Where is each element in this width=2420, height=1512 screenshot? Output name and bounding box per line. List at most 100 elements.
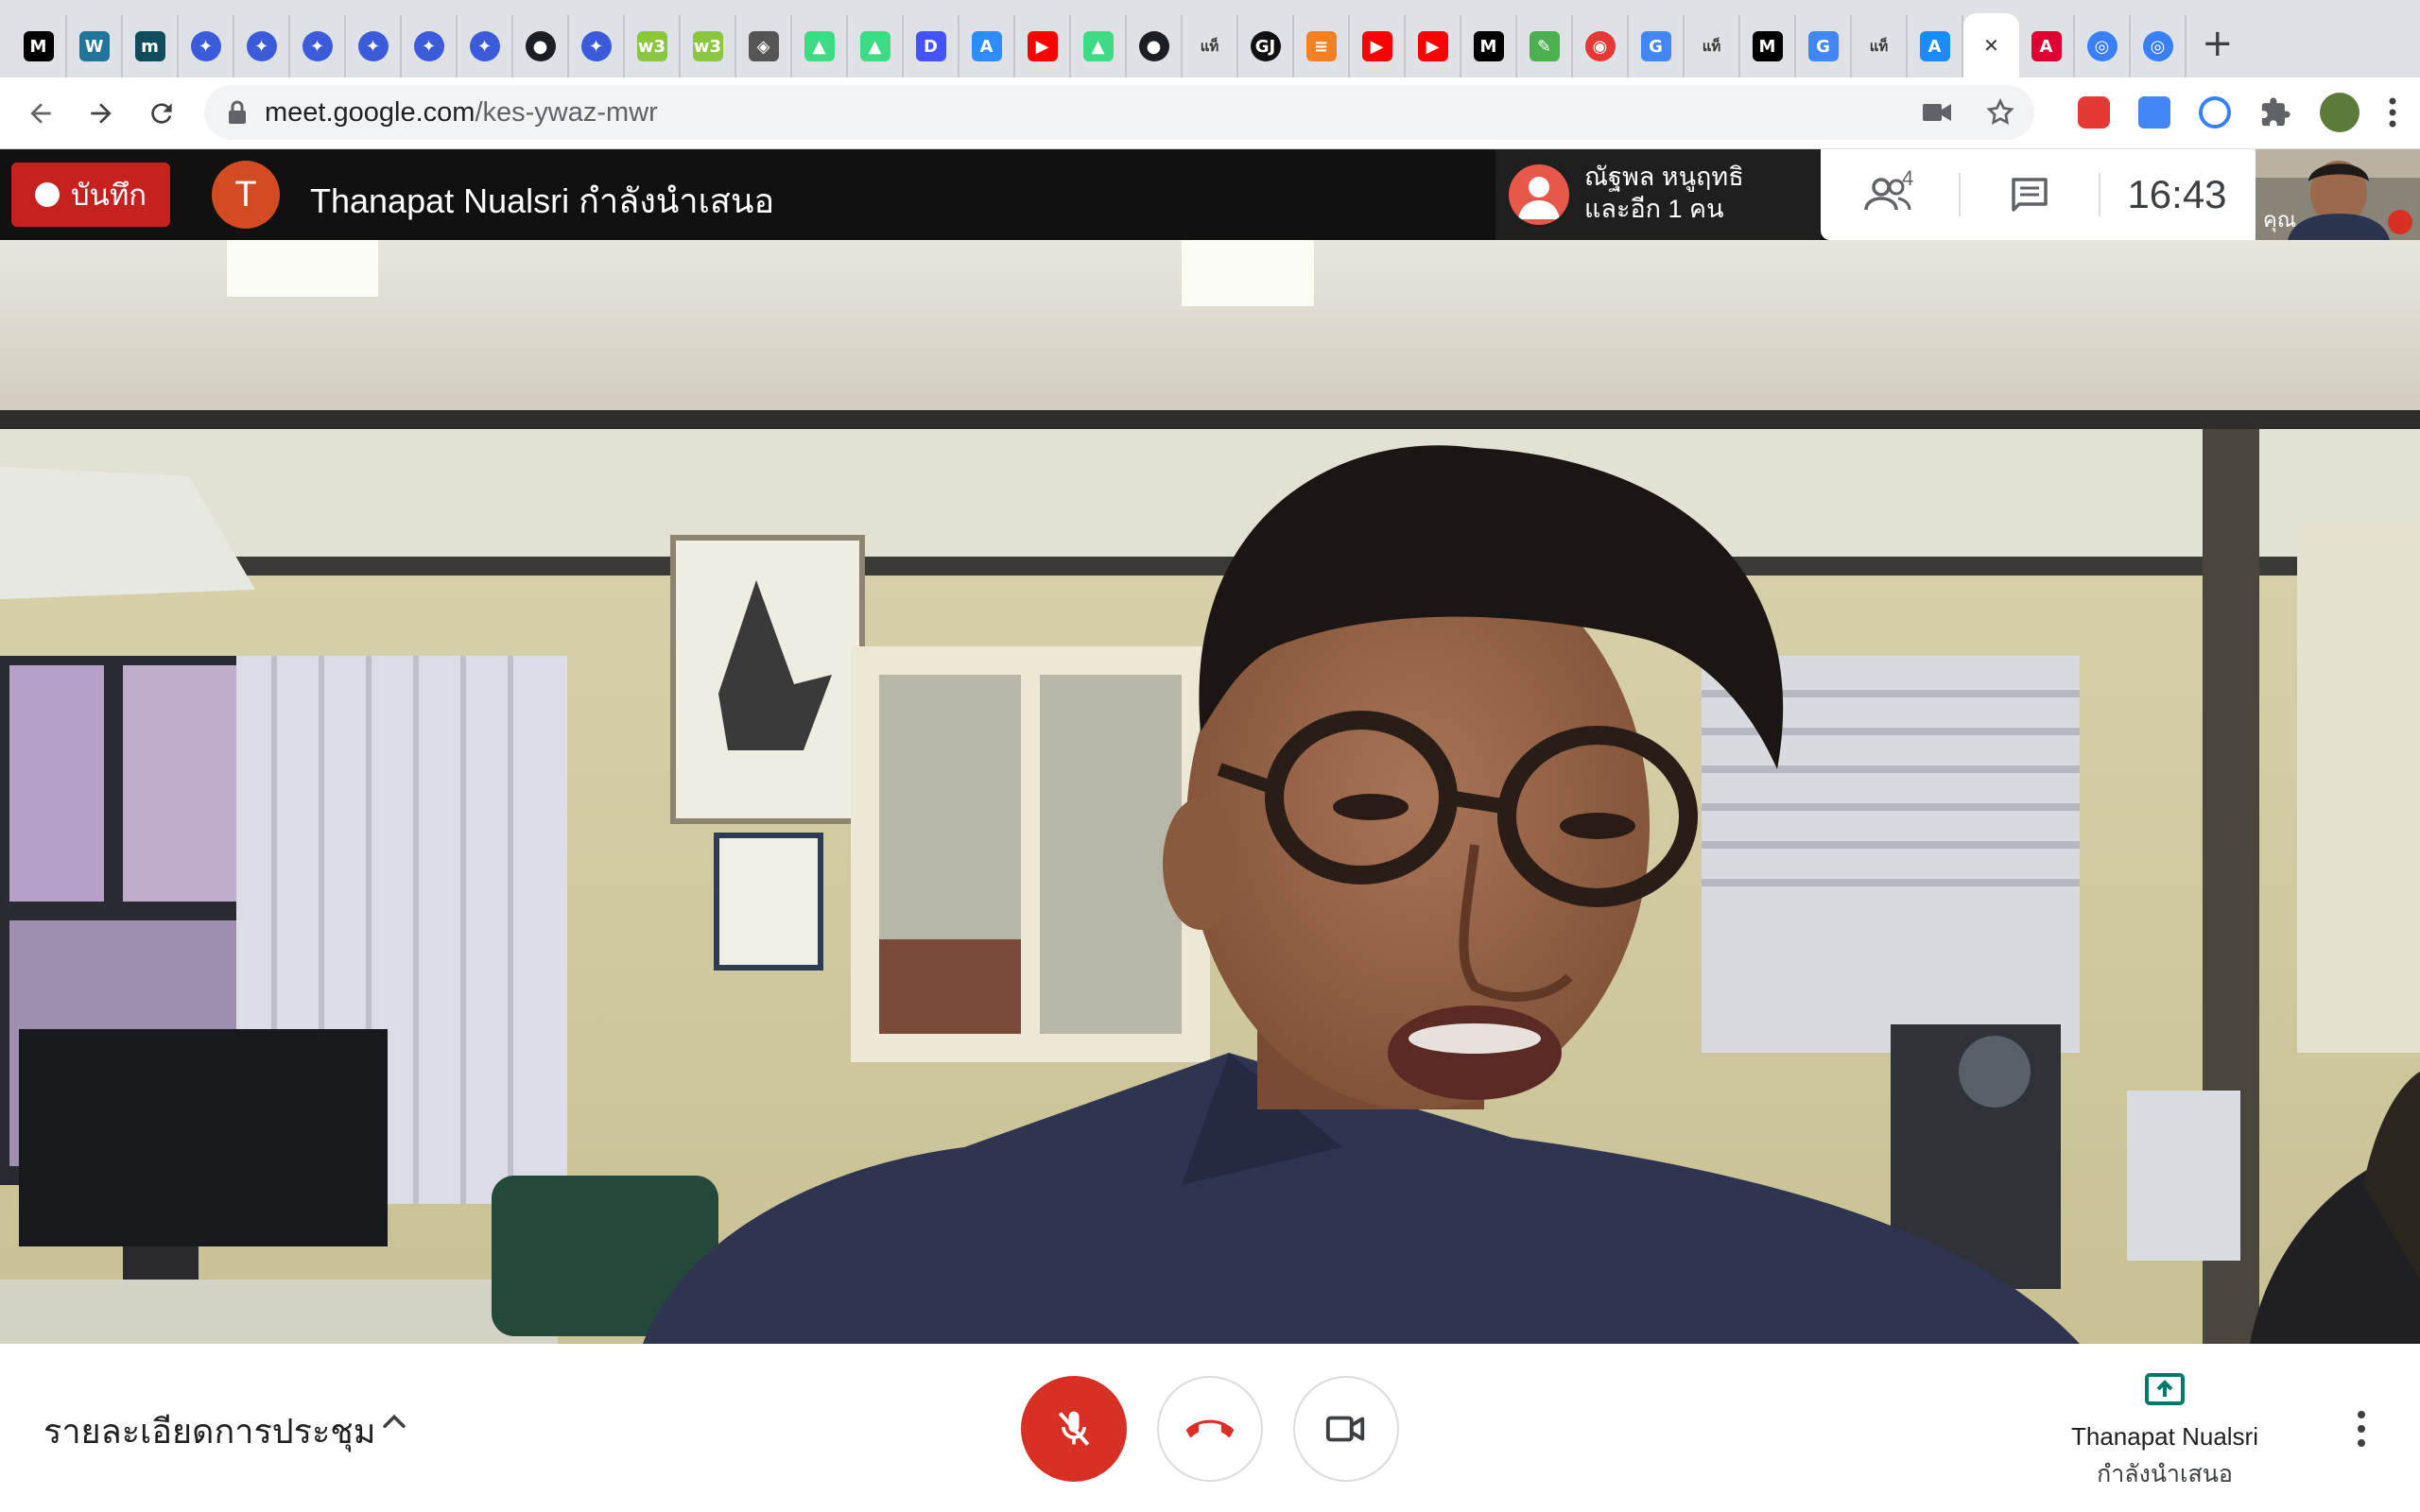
url-text: meet.google.com/kes-ywaz-mwr [265, 97, 658, 129]
browser-tab[interactable]: M [11, 15, 67, 77]
medium-icon: M [23, 31, 54, 61]
messenger-icon: ✦ [357, 31, 389, 61]
browser-tab[interactable]: แท็ [1685, 15, 1740, 77]
messenger-icon: ✦ [302, 31, 333, 61]
messenger-icon: ✦ [580, 31, 612, 61]
w3-icon: w3 [636, 31, 667, 61]
youtube-icon: ▶ [1417, 31, 1448, 61]
speaker-name-line1: ณัฐพล หนูฤทธิ [1584, 163, 1744, 191]
close-icon[interactable]: ✕ [1977, 30, 2007, 60]
browser-tab[interactable]: ✦ [179, 15, 234, 77]
bookmark-star-icon[interactable] [1985, 97, 2015, 128]
more-options-button[interactable] [2344, 1400, 2378, 1457]
browser-menu-icon[interactable] [2388, 96, 2397, 129]
app-store-icon: A [971, 31, 1002, 61]
browser-tab[interactable]: A [1908, 15, 1963, 77]
leave-call-button[interactable] [1157, 1376, 1263, 1482]
browser-tab[interactable]: ▲ [792, 15, 848, 77]
record-button[interactable]: บันทึก [11, 163, 170, 227]
record-label: บันทึก [70, 179, 147, 212]
google-icon: G [1807, 31, 1839, 61]
url-path: /kes-ywaz-mwr [475, 96, 658, 128]
browser-tab[interactable]: ✦ [290, 15, 346, 77]
wordpress-icon: W [78, 31, 110, 61]
browser-tab[interactable]: ▶ [1015, 15, 1071, 77]
chevron-up-icon[interactable] [378, 1406, 410, 1438]
browser-tab[interactable]: ◈ [736, 15, 792, 77]
android-icon: ▲ [1082, 31, 1114, 61]
video-camera-icon [1325, 1416, 1365, 1442]
browser-tab[interactable]: M [1461, 15, 1517, 77]
speaker-avatar-icon [1509, 164, 1569, 225]
browser-tab-active[interactable]: ✕ [1963, 13, 2019, 77]
url-host: meet.google.com [265, 96, 475, 128]
self-view-tile[interactable]: คุณ [2256, 149, 2420, 240]
browser-tab[interactable]: แท็ [1852, 15, 1908, 77]
browser-tab[interactable]: ◎ [2075, 15, 2131, 77]
browser-tab[interactable]: ≡ [1294, 15, 1350, 77]
forward-arrow-icon [91, 103, 112, 124]
browser-tab[interactable]: A [959, 15, 1015, 77]
browser-tab[interactable]: D [904, 15, 959, 77]
profile-avatar[interactable] [2320, 93, 2360, 132]
browser-tab[interactable]: M [1740, 15, 1796, 77]
browser-tab[interactable]: m [123, 15, 179, 77]
active-speaker-box[interactable]: ณัฐพล หนูฤทธิ และอีก 1 คน [1495, 149, 1821, 240]
back-button[interactable] [11, 84, 70, 143]
back-arrow-icon [30, 103, 51, 124]
browser-tab[interactable]: ✦ [234, 15, 290, 77]
browser-tab[interactable]: W [67, 15, 123, 77]
browser-tab[interactable]: ✎ [1517, 15, 1573, 77]
browser-tab[interactable]: ◎ [2131, 15, 2187, 77]
chat-icon [2012, 178, 2048, 212]
ionic-icon: ◎ [2086, 31, 2118, 61]
chat-button[interactable] [1961, 149, 2099, 240]
adblock-extension-icon[interactable] [2078, 96, 2110, 129]
participants-button[interactable]: 4 [1821, 149, 1959, 240]
self-muted-icon [2388, 210, 2412, 234]
presentation-status[interactable]: Thanapat Nualsri กำลังนำเสนอ [2032, 1372, 2297, 1493]
forward-button[interactable] [72, 84, 130, 143]
meeting-details-label[interactable]: รายละเอียดการประชุม [43, 1404, 375, 1458]
browser-tab[interactable]: แท็ [1183, 15, 1238, 77]
browser-tab[interactable]: ● [513, 15, 569, 77]
browser-tab[interactable]: A [2019, 15, 2075, 77]
medium-icon: M [1752, 31, 1783, 61]
camera-toggle-button[interactable] [1293, 1376, 1399, 1482]
messenger-icon: ✦ [190, 31, 221, 61]
diamond-icon: ◈ [748, 31, 779, 61]
ionic-icon: ◎ [2142, 31, 2173, 61]
browser-tab[interactable]: w3 [625, 15, 681, 77]
present-screen-icon [2145, 1373, 2185, 1405]
browser-tab[interactable]: ▶ [1406, 15, 1461, 77]
ionic-extension-icon[interactable] [2199, 96, 2231, 129]
browser-tab[interactable]: ▶ [1350, 15, 1406, 77]
messenger-icon: ✦ [413, 31, 444, 61]
browser-tab[interactable]: ✦ [569, 15, 625, 77]
github-icon: ● [1138, 31, 1169, 61]
speaker-name-line2: และอีก 1 คน [1584, 195, 1724, 223]
browser-tab[interactable]: ● [1127, 15, 1183, 77]
mic-toggle-button[interactable] [1021, 1376, 1127, 1482]
browser-tab[interactable]: ◉ [1573, 15, 1629, 77]
browser-tab[interactable]: ✦ [458, 15, 513, 77]
address-bar[interactable]: meet.google.com/kes-ywaz-mwr [204, 85, 2034, 140]
browser-tab[interactable]: ✦ [346, 15, 402, 77]
browser-tab[interactable]: G [1629, 15, 1685, 77]
browser-tab[interactable]: ▲ [1071, 15, 1127, 77]
browser-tab[interactable]: w3 [681, 15, 736, 77]
record-icon: ◉ [1584, 31, 1616, 61]
reload-button[interactable] [132, 84, 191, 143]
speaker-name: ณัฐพล หนูฤทธิ และอีก 1 คน [1584, 161, 1744, 225]
self-label: คุณ [2263, 208, 2297, 232]
meet-bottom-bar: รายละเอียดการประชุม Thanapat Nualsri กำล… [0, 1344, 2420, 1512]
new-tab-button[interactable]: + [2202, 25, 2234, 62]
browser-tab[interactable]: ✦ [402, 15, 458, 77]
browser-tab[interactable]: ▲ [848, 15, 904, 77]
browser-tab[interactable]: GJ [1238, 15, 1294, 77]
reload-icon [151, 103, 172, 124]
camera-in-use-icon[interactable] [1923, 102, 1951, 123]
browser-tab[interactable]: G [1796, 15, 1852, 77]
extensions-puzzle-icon[interactable] [2259, 96, 2291, 129]
translate-extension-icon[interactable] [2138, 96, 2170, 129]
